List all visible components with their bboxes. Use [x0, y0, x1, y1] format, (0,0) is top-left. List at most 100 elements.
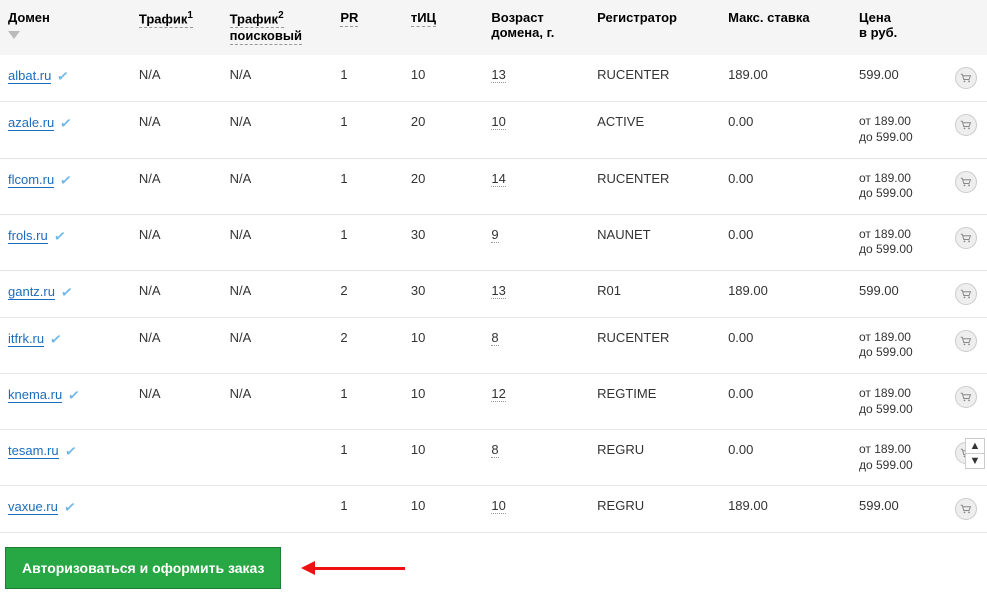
cell-maxbid: 0.00: [720, 430, 851, 486]
domain-link[interactable]: tesam.ru: [8, 443, 59, 459]
cell-tic: 30: [403, 270, 484, 317]
cell-maxbid: 0.00: [720, 317, 851, 373]
table-row: gantz.ru✓N/AN/A23013R01189.00599.00: [0, 270, 987, 317]
col-header-cart: [947, 0, 987, 55]
cell-tic: 10: [403, 430, 484, 486]
domain-link[interactable]: itfrk.ru: [8, 331, 44, 347]
domains-table: Домен Трафик1 Трафик2 поисковый PR тИЦ В…: [0, 0, 987, 533]
cell-traffic: N/A: [131, 374, 222, 430]
add-to-cart-button[interactable]: [955, 283, 977, 305]
cell-pr: 1: [332, 102, 403, 158]
verified-check-icon: ✓: [63, 499, 77, 517]
cell-traffic: N/A: [131, 102, 222, 158]
pager-down-button[interactable]: ▼: [966, 454, 984, 468]
add-to-cart-button[interactable]: [955, 114, 977, 136]
cell-maxbid: 189.00: [720, 270, 851, 317]
cell-traffic-search: N/A: [222, 55, 333, 102]
table-row: tesam.ru✓1108REGRU0.00от 189.00до 599.00: [0, 430, 987, 486]
table-header-row: Домен Трафик1 Трафик2 поисковый PR тИЦ В…: [0, 0, 987, 55]
col-header-pr[interactable]: PR: [332, 0, 403, 55]
domain-link[interactable]: knema.ru: [8, 387, 62, 403]
domain-link[interactable]: vaxue.ru: [8, 499, 58, 515]
cell-registrar: RUCENTER: [589, 317, 720, 373]
cell-age[interactable]: 10: [491, 498, 505, 514]
cell-traffic: N/A: [131, 317, 222, 373]
cell-tic: 20: [403, 102, 484, 158]
side-pager: ▲ ▼: [965, 438, 985, 469]
cell-pr: 2: [332, 270, 403, 317]
add-to-cart-button[interactable]: [955, 171, 977, 193]
col-header-traffic[interactable]: Трафик1: [131, 0, 222, 55]
cell-age[interactable]: 13: [491, 67, 505, 83]
col-header-price[interactable]: Ценав руб.: [851, 0, 947, 55]
cell-traffic: [131, 486, 222, 533]
verified-check-icon: ✓: [59, 115, 73, 133]
cell-registrar: REGRU: [589, 486, 720, 533]
cell-age[interactable]: 8: [491, 330, 498, 346]
table-row: knema.ru✓N/AN/A11012REGTIME0.00от 189.00…: [0, 374, 987, 430]
table-row: frols.ru✓N/AN/A1309NAUNET0.00от 189.00до…: [0, 214, 987, 270]
add-to-cart-button[interactable]: [955, 498, 977, 520]
domain-link[interactable]: flcom.ru: [8, 172, 54, 188]
verified-check-icon: ✓: [59, 171, 73, 189]
authorize-order-button[interactable]: Авторизоваться и оформить заказ: [5, 547, 281, 589]
cell-tic: 10: [403, 374, 484, 430]
cell-traffic: N/A: [131, 214, 222, 270]
cell-age[interactable]: 10: [491, 114, 505, 130]
col-header-traffic-search[interactable]: Трафик2 поисковый: [222, 0, 333, 55]
cell-pr: 1: [332, 486, 403, 533]
col-header-domain[interactable]: Домен: [0, 0, 131, 55]
verified-check-icon: ✓: [49, 330, 63, 348]
cell-traffic: N/A: [131, 158, 222, 214]
table-row: itfrk.ru✓N/AN/A2108RUCENTER0.00от 189.00…: [0, 317, 987, 373]
cell-pr: 1: [332, 214, 403, 270]
cell-age[interactable]: 13: [491, 283, 505, 299]
cell-pr: 2: [332, 317, 403, 373]
domain-link[interactable]: albat.ru: [8, 68, 51, 84]
cell-pr: 1: [332, 55, 403, 102]
price-range: от 189.00до 599.00: [859, 114, 939, 145]
cell-traffic-search: N/A: [222, 102, 333, 158]
col-header-maxbid[interactable]: Макс. ставка: [720, 0, 851, 55]
cell-registrar: RUCENTER: [589, 158, 720, 214]
cell-age[interactable]: 12: [491, 386, 505, 402]
domain-link[interactable]: frols.ru: [8, 228, 48, 244]
col-header-registrar[interactable]: Регистратор: [589, 0, 720, 55]
col-header-tic[interactable]: тИЦ: [403, 0, 484, 55]
cell-tic: 10: [403, 55, 484, 102]
cell-tic: 10: [403, 317, 484, 373]
add-to-cart-button[interactable]: [955, 386, 977, 408]
cell-pr: 1: [332, 374, 403, 430]
cell-age[interactable]: 14: [491, 171, 505, 187]
add-to-cart-button[interactable]: [955, 330, 977, 352]
pager-up-button[interactable]: ▲: [966, 439, 984, 454]
verified-check-icon: ✓: [56, 68, 70, 86]
cell-traffic: N/A: [131, 55, 222, 102]
add-to-cart-button[interactable]: [955, 67, 977, 89]
cell-maxbid: 0.00: [720, 158, 851, 214]
table-row: albat.ru✓N/AN/A11013RUCENTER189.00599.00: [0, 55, 987, 102]
price-range: от 189.00до 599.00: [859, 330, 939, 361]
verified-check-icon: ✓: [67, 386, 81, 404]
cell-maxbid: 189.00: [720, 486, 851, 533]
cell-tic: 30: [403, 214, 484, 270]
col-header-age[interactable]: Возрастдомена, г.: [483, 0, 589, 55]
verified-check-icon: ✓: [63, 443, 77, 461]
price-single: 599.00: [859, 67, 899, 82]
domain-link[interactable]: gantz.ru: [8, 284, 55, 300]
red-arrow-annotation: [301, 561, 405, 575]
price-single: 599.00: [859, 283, 899, 298]
cell-age[interactable]: 8: [491, 442, 498, 458]
cell-registrar: REGRU: [589, 430, 720, 486]
cell-traffic-search: N/A: [222, 374, 333, 430]
cell-maxbid: 0.00: [720, 102, 851, 158]
price-range: от 189.00до 599.00: [859, 227, 939, 258]
add-to-cart-button[interactable]: [955, 227, 977, 249]
cell-maxbid: 189.00: [720, 55, 851, 102]
verified-check-icon: ✓: [53, 227, 67, 245]
cell-pr: 1: [332, 430, 403, 486]
table-row: azale.ru✓N/AN/A12010ACTIVE0.00от 189.00д…: [0, 102, 987, 158]
cell-age[interactable]: 9: [491, 227, 498, 243]
sort-desc-icon[interactable]: [8, 31, 20, 39]
domain-link[interactable]: azale.ru: [8, 115, 54, 131]
